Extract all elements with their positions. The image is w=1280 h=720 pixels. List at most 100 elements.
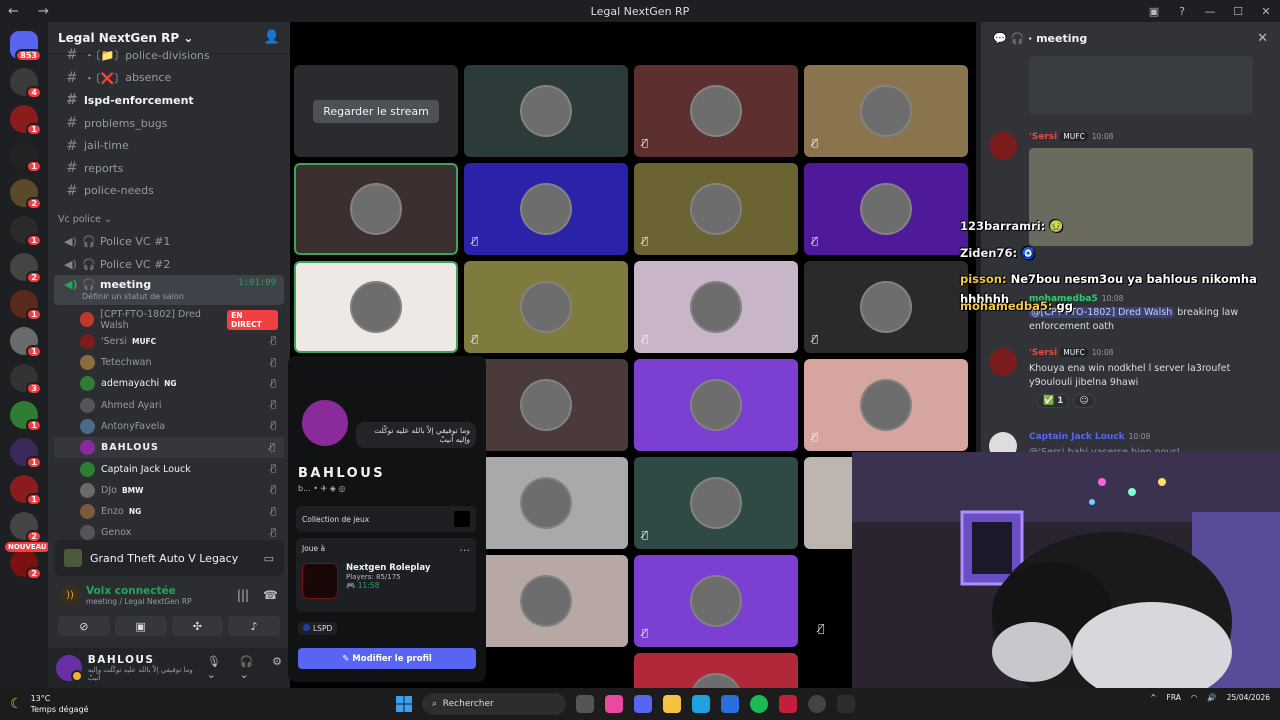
server-icon[interactable]: 2 xyxy=(10,179,42,210)
active-voice-channel[interactable]: ◀) 🎧 meeting 1:01:09 Définir un statut de … xyxy=(54,275,284,306)
video-tile[interactable]: Regarder le stream xyxy=(294,65,458,157)
message-author[interactable]: Captain Jack Louck xyxy=(1029,432,1125,442)
attachment-image[interactable] xyxy=(1029,56,1253,114)
wifi-icon[interactable]: ◠ xyxy=(1191,693,1198,702)
voice-location[interactable]: meeting / Legal NextGen RP xyxy=(86,597,192,606)
channel-item[interactable]: # ・〔📁〕 police-divisions xyxy=(54,44,284,67)
watch-stream-button[interactable]: Regarder le stream xyxy=(313,99,439,123)
language-indicator[interactable]: FRA xyxy=(1167,693,1181,702)
app-icon[interactable] xyxy=(779,695,797,713)
voice-channel[interactable]: ◀) 🎧 Police VC #1 xyxy=(54,230,284,253)
channel-status-hint[interactable]: Définir un statut de salon xyxy=(64,292,284,301)
video-tile[interactable] xyxy=(464,359,628,451)
server-icon[interactable]: 2 xyxy=(10,549,42,580)
edit-profile-button[interactable]: ✎ Modifier le profil xyxy=(298,648,476,669)
activity-card[interactable]: Grand Theft Auto V Legacy ▭ xyxy=(54,540,284,576)
close-icon[interactable]: ✕ xyxy=(1257,31,1268,46)
voice-member[interactable]: DJo BMW 🎙̸ xyxy=(54,480,284,501)
video-tile[interactable]: 🎙̸ xyxy=(634,555,798,647)
server-icon[interactable]: 1 xyxy=(10,327,42,358)
voice-member[interactable]: 'Sersi MUFC 🎙̸ xyxy=(54,331,284,352)
add-reaction-icon[interactable]: ☺ xyxy=(1073,394,1095,408)
volume-icon[interactable]: 🔊 xyxy=(1207,693,1216,702)
screen-share-icon[interactable]: ▭ xyxy=(264,552,274,565)
server-icon[interactable]: 1 xyxy=(10,290,42,321)
inbox-icon[interactable]: ▣ xyxy=(1140,0,1168,22)
server-icon[interactable]: 1 xyxy=(10,401,42,432)
soundboard-button[interactable]: ♪ xyxy=(228,616,280,636)
voice-member[interactable]: ademayachi NG 🎙̸ xyxy=(54,373,284,394)
discord-icon[interactable] xyxy=(634,695,652,713)
voice-member[interactable]: Captain Jack Louck 🎙̸ xyxy=(54,458,284,479)
game-collection[interactable]: Collection de jeux xyxy=(296,506,476,532)
windows-start-icon[interactable] xyxy=(396,696,412,712)
app-icon[interactable] xyxy=(808,695,826,713)
signal-icon[interactable]: )) xyxy=(60,585,80,605)
message-avatar[interactable] xyxy=(989,348,1017,376)
activities-button[interactable]: ✣ xyxy=(171,616,224,636)
camera-off-button[interactable]: ⊘ xyxy=(58,616,110,636)
video-tile[interactable]: 🎙̸ xyxy=(464,261,628,353)
spotify-icon[interactable] xyxy=(750,695,768,713)
home-button[interactable]: 853 xyxy=(10,31,42,62)
disconnect-icon[interactable]: ☎ xyxy=(263,588,278,602)
weather-widget[interactable]: ☾ 13°C Temps dégagé xyxy=(10,693,89,715)
headphones-icon[interactable]: 🎧⌄ xyxy=(240,655,263,681)
voice-status[interactable]: Voix connectée xyxy=(86,585,192,597)
server-icon[interactable]: 1 xyxy=(10,216,42,247)
video-tile[interactable] xyxy=(464,457,628,549)
task-view-icon[interactable] xyxy=(576,695,594,713)
reaction-check[interactable]: ✅ 1 xyxy=(1037,394,1070,408)
voice-channel[interactable]: ◀) 🎧 Police VC #2 xyxy=(54,253,284,276)
more-icon[interactable]: ··· xyxy=(460,544,471,557)
server-icon[interactable]: 2 xyxy=(10,253,42,284)
copilot-icon[interactable] xyxy=(605,695,623,713)
user-avatar[interactable] xyxy=(56,655,83,682)
video-tile[interactable]: 🎙̸ xyxy=(804,65,968,157)
user-panel[interactable]: BAHLOUS وما توفيقي إلاّ بالله عليه توكّل… xyxy=(48,648,290,688)
server-icon[interactable]: 3 xyxy=(10,364,42,395)
video-tile[interactable]: 🎙̸ xyxy=(634,261,798,353)
clock[interactable]: 25/04/2026 xyxy=(1227,692,1270,703)
message-author[interactable]: 'Sersi xyxy=(1029,348,1057,358)
voice-category[interactable]: Vc police ⌄ xyxy=(48,208,290,230)
server-icon[interactable]: 4 xyxy=(10,68,42,99)
voice-member[interactable]: [CPT-FTO-1802] Dred Walsh EN DIRECT xyxy=(54,309,284,331)
taskbar-search[interactable]: ⌕ Rechercher xyxy=(422,693,566,715)
add-member-icon[interactable]: 👤 xyxy=(264,30,280,45)
app-icon[interactable] xyxy=(837,695,855,713)
video-tile[interactable]: 🎙̸ xyxy=(804,163,968,255)
server-icon[interactable]: 1 xyxy=(10,475,42,506)
video-tile[interactable]: 🎙̸ xyxy=(634,457,798,549)
noise-suppression-icon[interactable]: ||| xyxy=(237,588,249,602)
video-tile[interactable]: 🎙̸ xyxy=(634,163,798,255)
voice-member[interactable]: BAHLOUS 🎙̸ xyxy=(54,437,284,459)
channel-item[interactable]: # problems_bugs xyxy=(54,112,284,135)
file-explorer-icon[interactable] xyxy=(663,695,681,713)
store-icon[interactable] xyxy=(721,695,739,713)
channel-item[interactable]: # reports xyxy=(54,157,284,180)
screen-share-button[interactable]: ▣ xyxy=(114,616,167,636)
video-tile[interactable]: 🎙̸ xyxy=(804,359,968,451)
server-icon[interactable]: 1 xyxy=(10,142,42,173)
video-tile[interactable] xyxy=(634,653,798,688)
now-playing-card[interactable]: Joue à ··· Nextgen Roleplay Players: 85/1… xyxy=(296,538,476,612)
channel-item[interactable]: # lspd-enforcement xyxy=(54,89,284,112)
maximize-button[interactable]: ☐ xyxy=(1224,0,1252,22)
channel-item[interactable]: # jail-time xyxy=(54,134,284,157)
video-tile[interactable]: 🎙̸ xyxy=(464,163,628,255)
channel-item[interactable]: # ・〔❌〕 absence xyxy=(54,67,284,90)
settings-gear-icon[interactable]: ⚙ xyxy=(272,655,282,681)
profile-avatar[interactable] xyxy=(298,396,352,450)
video-tile[interactable] xyxy=(294,261,458,353)
server-icon[interactable]: 1 xyxy=(10,438,42,469)
microphone-icon[interactable]: 🎙⌄ xyxy=(207,655,230,681)
edge-icon[interactable] xyxy=(692,695,710,713)
message-avatar[interactable] xyxy=(989,132,1017,160)
tray-chevron-icon[interactable]: ^ xyxy=(1150,693,1156,702)
server-icon[interactable]: 1 xyxy=(10,105,42,136)
message-author[interactable]: 'Sersi xyxy=(1029,132,1057,142)
server-icon[interactable]: 2 xyxy=(10,512,42,543)
video-tile[interactable] xyxy=(634,359,798,451)
voice-member[interactable]: Ahmed Ayari 🎙̸ xyxy=(54,395,284,416)
